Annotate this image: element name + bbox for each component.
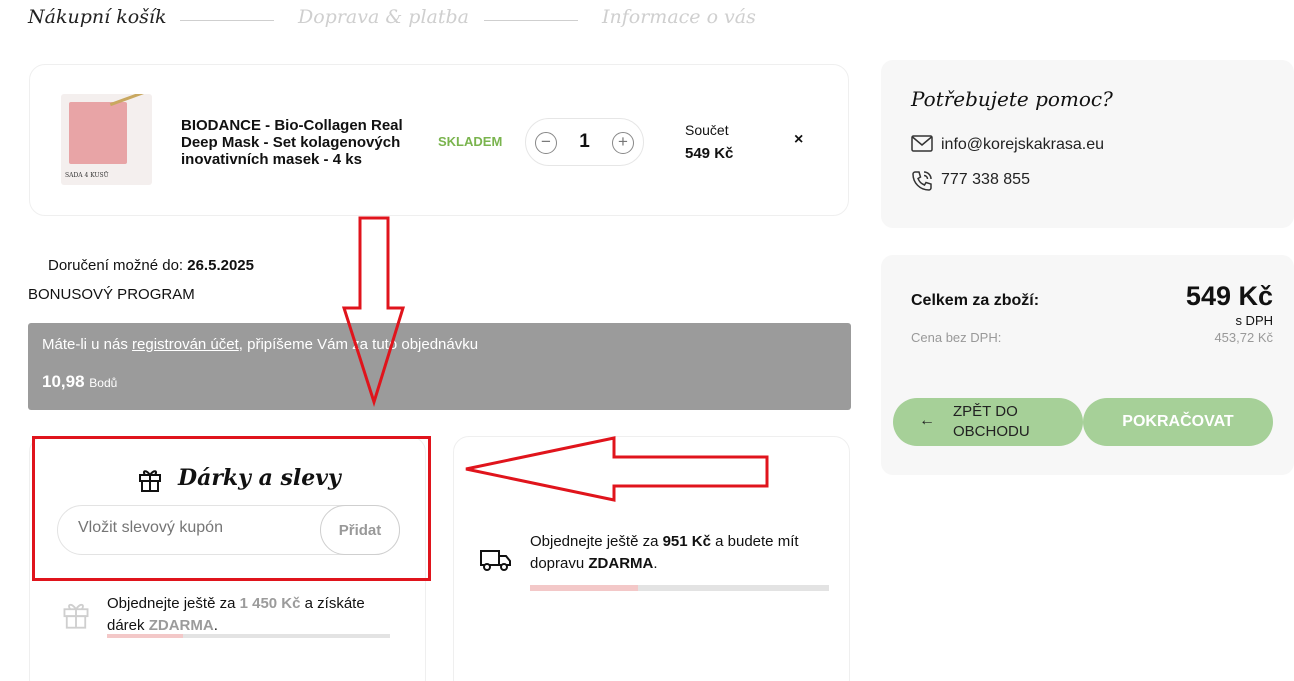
free-shipping-progress-fill (530, 585, 638, 591)
net-price-value: 453,72 Kč (1214, 330, 1273, 345)
free-shipping-progress-bar (530, 585, 829, 591)
total-value: 549 Kč (1185, 281, 1273, 311)
product-name[interactable]: BIODANCE - Bio-Collagen Real Deep Mask -… (181, 117, 431, 168)
gift-icon (63, 603, 89, 629)
quantity-stepper: − 1 + (525, 118, 644, 166)
item-sum-value: 549 Kč (685, 145, 734, 162)
continue-button[interactable]: POKRAČOVAT (1083, 398, 1273, 446)
annotation-highlight-box (32, 436, 431, 581)
step-shipping[interactable]: Doprava & platba (298, 6, 469, 28)
item-sum-label: Součet (685, 122, 729, 138)
bonus-points-unit: Bodů (89, 376, 118, 390)
checkout-steps: Nákupní košík Doprava & platba Informace… (28, 6, 788, 34)
back-to-shop-label: ZPĚT DO OBCHODU (953, 403, 1030, 440)
cart-item-card: SADA 4 KUSŮ BIODANCE - Bio-Collagen Real… (29, 64, 849, 216)
mail-icon (911, 135, 933, 152)
bonus-points-value: 10,98 (42, 372, 85, 391)
remove-item-button[interactable]: × (794, 131, 803, 149)
register-account-link[interactable]: registrován účet (132, 336, 239, 353)
free-gift-message: Objednejte ještě za 1 450 Kč a získáte d… (107, 595, 365, 634)
bonus-text: Máte-li u nás registrován účet, připíšem… (42, 336, 479, 353)
step-info[interactable]: Informace o vás (602, 6, 756, 28)
free-shipping-message: Objednejte ještě za 951 Kč a budete mít … (530, 533, 799, 572)
delivery-info: Doručení možné do: 26.5.2025 (48, 257, 254, 274)
arrow-left-icon: ← (919, 412, 935, 429)
back-to-shop-button[interactable]: ← ZPĚT DO OBCHODU (893, 398, 1083, 446)
step-divider (180, 20, 274, 21)
bonus-program-box: Máte-li u nás registrován účet, připíšem… (28, 323, 851, 410)
delivery-date: 26.5.2025 (187, 257, 254, 274)
free-shipping-card: Objednejte ještě za 951 Kč a budete mít … (453, 436, 850, 681)
free-gift-progress-fill (107, 634, 184, 638)
help-email[interactable]: info@korejskakrasa.eu (941, 136, 1104, 154)
help-phone[interactable]: 777 338 855 (941, 171, 1030, 189)
truck-icon (480, 550, 511, 571)
help-panel: Potřebujete pomoc? info@korejskakrasa.eu… (881, 60, 1294, 228)
delivery-label: Doručení možné do: (48, 257, 184, 274)
free-gift-progress-bar (107, 634, 390, 638)
free-gift-amount: 1 450 Kč (239, 595, 301, 612)
step-cart[interactable]: Nákupní košík (28, 6, 167, 28)
bonus-points: 10,98 Bodů (42, 372, 117, 392)
order-summary: Celkem za zboží: 549 Kč s DPH Cena bez D… (881, 255, 1294, 475)
free-shipping-amount: 951 Kč (662, 533, 711, 550)
product-thumbnail[interactable]: SADA 4 KUSŮ (61, 94, 152, 185)
stock-status: SKLADEM (438, 134, 503, 149)
help-title: Potřebujete pomoc? (911, 87, 1113, 111)
bonus-program-title: BONUSOVÝ PROGRAM (28, 286, 195, 303)
increase-quantity-button[interactable]: + (612, 132, 634, 154)
net-price-label: Cena bez DPH: (911, 330, 1002, 345)
vat-note: s DPH (1235, 313, 1273, 328)
total-label: Celkem za zboží: (911, 292, 1040, 309)
thumbnail-caption: SADA 4 KUSŮ (65, 172, 109, 179)
step-divider (484, 20, 578, 21)
phone-icon (912, 171, 932, 191)
